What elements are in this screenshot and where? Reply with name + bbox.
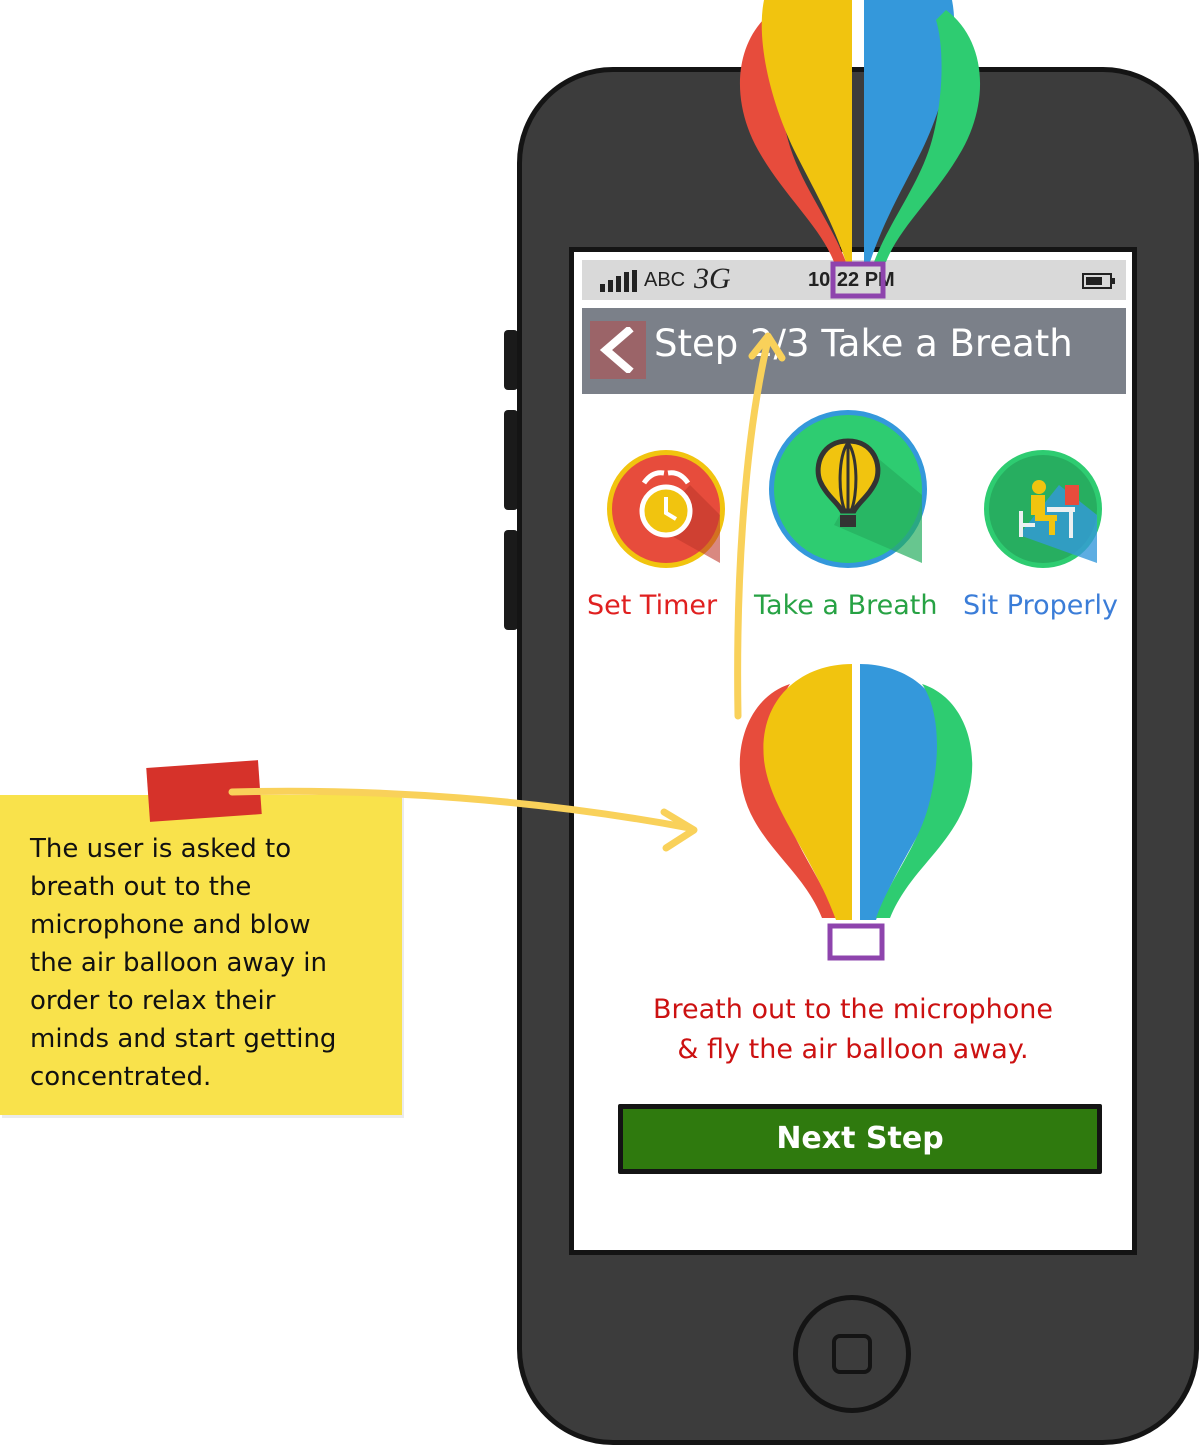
sit-properly-step-button[interactable] bbox=[984, 450, 1102, 568]
note-line: order to relax their bbox=[30, 986, 276, 1016]
take-a-breath-label: Take a Breath bbox=[754, 590, 938, 621]
note-line: microphone and blow bbox=[30, 910, 311, 940]
note-line: minds and start getting bbox=[30, 1024, 337, 1054]
chevron-left-icon bbox=[599, 327, 634, 373]
person-at-desk-icon bbox=[1019, 480, 1097, 563]
back-button[interactable] bbox=[590, 321, 646, 379]
note-line: The user is asked to bbox=[30, 834, 292, 864]
main-air-balloon bbox=[739, 662, 973, 961]
set-timer-label: Set Timer bbox=[587, 590, 718, 621]
signal-bars-icon bbox=[600, 270, 637, 292]
page-title: Step 2/3 Take a Breath bbox=[654, 322, 1073, 365]
phone-volume-up-button bbox=[504, 410, 518, 510]
battery-icon bbox=[1082, 273, 1115, 289]
instruction-line-1: Breath out to the microphone bbox=[652, 994, 1054, 1025]
phone-side-button bbox=[504, 330, 518, 390]
note-line: breath out to the bbox=[30, 872, 252, 902]
air-balloon-icon bbox=[815, 438, 922, 563]
home-square-icon bbox=[832, 1334, 872, 1374]
instruction-line-2: & fly the air balloon away. bbox=[677, 1034, 1029, 1065]
sit-properly-label: Sit Properly bbox=[963, 590, 1118, 621]
take-a-breath-step-button[interactable] bbox=[769, 410, 927, 568]
breath-instruction-text: Breath out to the microphone & fly the a… bbox=[574, 990, 1132, 1070]
home-button[interactable] bbox=[793, 1295, 911, 1413]
next-step-button[interactable]: Next Step bbox=[618, 1104, 1102, 1174]
annotation-text: The user is asked to breath out to the m… bbox=[30, 830, 390, 1096]
phone-volume-down-button bbox=[504, 530, 518, 630]
note-line: the air balloon away in bbox=[30, 948, 327, 978]
sticky-note-tape bbox=[146, 760, 262, 822]
set-timer-step-button[interactable] bbox=[607, 450, 725, 568]
flying-air-balloon bbox=[739, 0, 981, 299]
network-type-label: 3G bbox=[694, 262, 731, 295]
navigation-bar: Step 2/3 Take a Breath bbox=[582, 308, 1126, 394]
carrier-label: ABC bbox=[644, 269, 686, 291]
note-line: concentrated. bbox=[30, 1062, 212, 1092]
alarm-clock-icon bbox=[639, 470, 720, 563]
